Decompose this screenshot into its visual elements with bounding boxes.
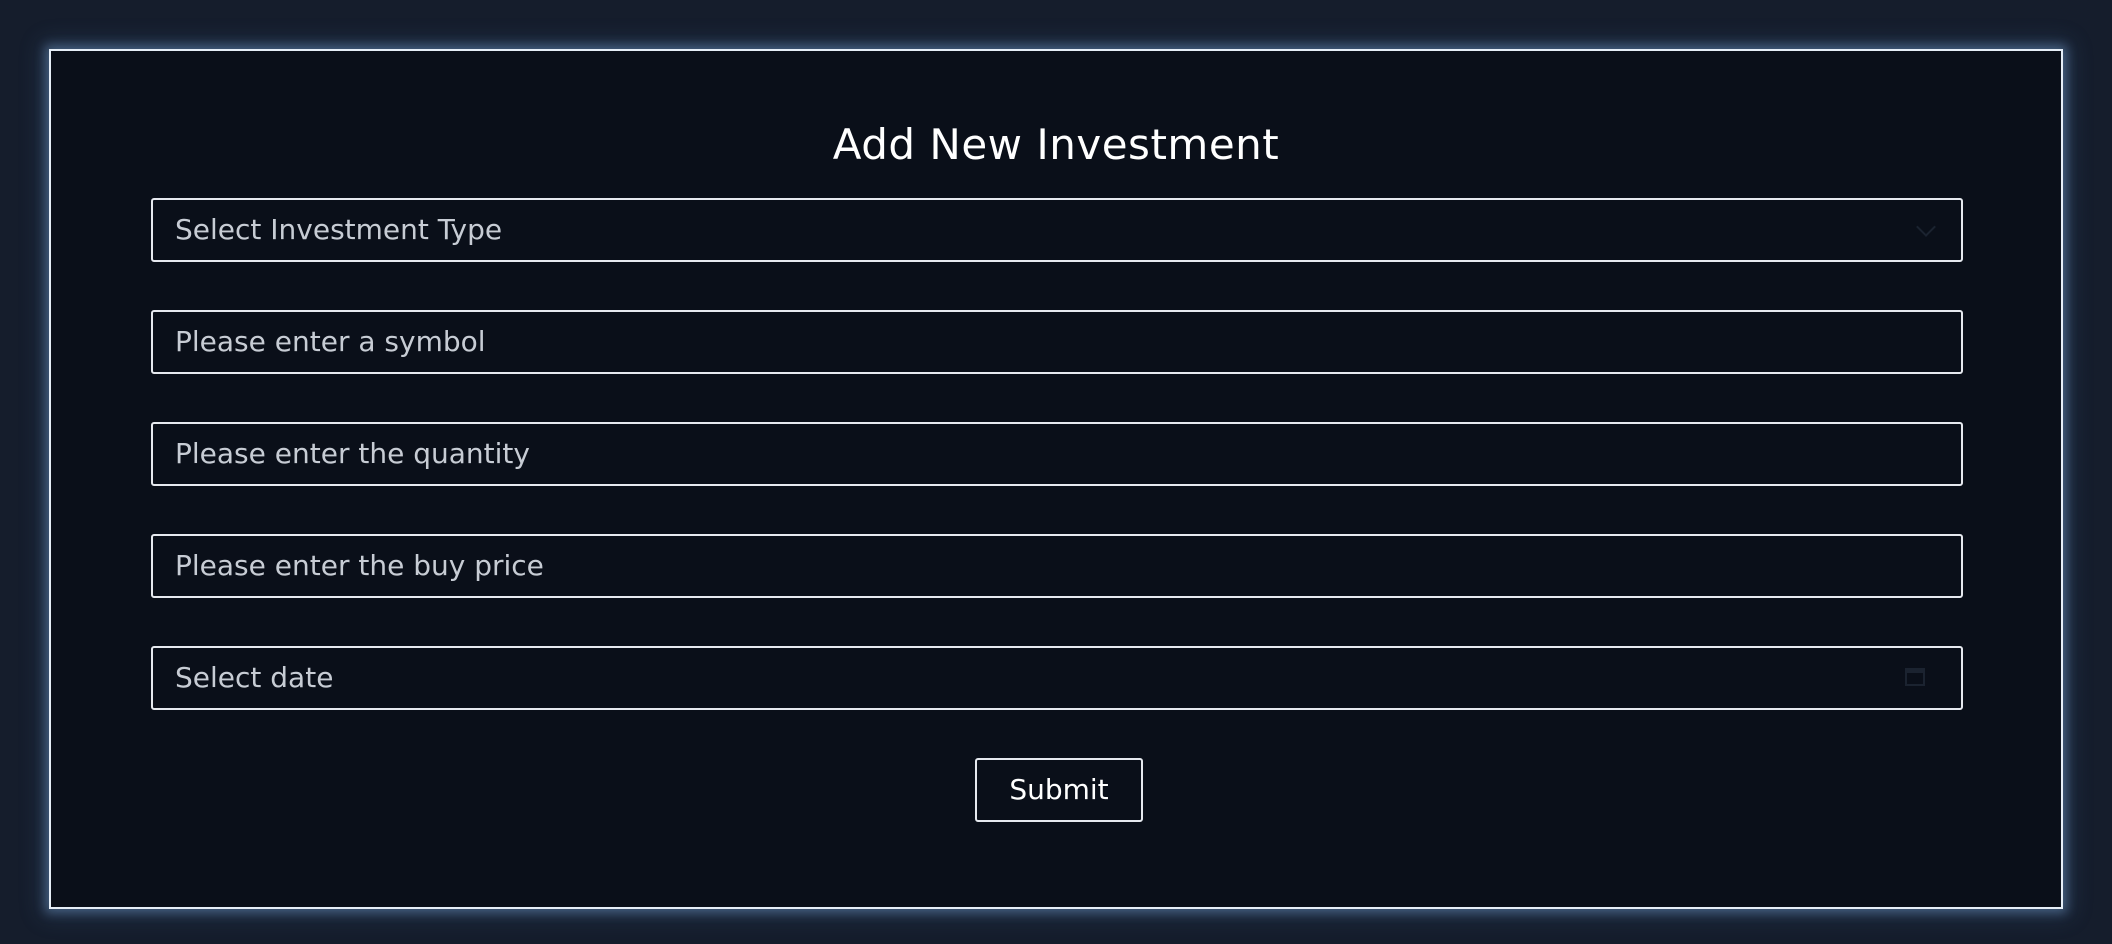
- investment-type-placeholder: Select Investment Type: [175, 213, 503, 246]
- buy-price-placeholder: Please enter the buy price: [175, 549, 544, 582]
- chevron-down-icon: [1916, 217, 1936, 237]
- date-picker-input[interactable]: Select date: [151, 646, 1963, 710]
- add-investment-panel: Add New Investment Select Investment Typ…: [49, 49, 2063, 909]
- date-placeholder: Select date: [175, 661, 334, 694]
- submit-button[interactable]: Submit: [975, 758, 1143, 822]
- quantity-input[interactable]: Please enter the quantity: [151, 422, 1963, 486]
- buy-price-input[interactable]: Please enter the buy price: [151, 534, 1963, 598]
- quantity-placeholder: Please enter the quantity: [175, 437, 530, 470]
- calendar-icon[interactable]: [1905, 668, 1925, 686]
- form-title: Add New Investment: [832, 120, 1280, 169]
- investment-type-select[interactable]: Select Investment Type: [151, 198, 1963, 262]
- symbol-placeholder: Please enter a symbol: [175, 325, 486, 358]
- symbol-input[interactable]: Please enter a symbol: [151, 310, 1963, 374]
